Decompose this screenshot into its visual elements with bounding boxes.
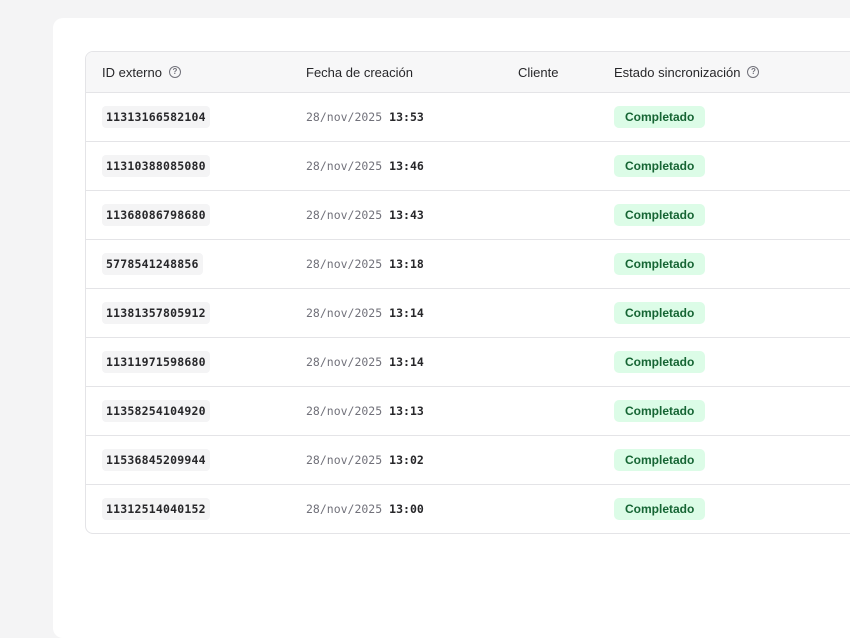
external-id[interactable]: 11381357805912 <box>102 302 210 324</box>
sync-table: ID externo ? Fecha de creación Cliente E… <box>85 51 850 534</box>
table-row[interactable]: 11358254104920 28/nov/2025 13:13 Complet… <box>86 387 850 436</box>
id-cell: 11312514040152 <box>102 485 210 533</box>
status-badge: Completado <box>614 155 706 177</box>
creation-time: 13:53 <box>389 110 424 124</box>
date-cell: 28/nov/2025 13:43 <box>306 191 424 239</box>
id-cell: 11368086798680 <box>102 191 210 239</box>
date-cell: 28/nov/2025 13:00 <box>306 485 424 533</box>
help-icon[interactable]: ? <box>168 66 181 78</box>
id-cell: 11313166582104 <box>102 93 210 141</box>
creation-date: 28/nov/2025 <box>306 355 383 369</box>
creation-time: 13:43 <box>389 208 424 222</box>
column-header-date[interactable]: Fecha de creación <box>306 52 413 92</box>
date-cell: 28/nov/2025 13:18 <box>306 240 424 288</box>
id-cell: 11311971598680 <box>102 338 210 386</box>
table-row[interactable]: 11312514040152 28/nov/2025 13:00 Complet… <box>86 485 850 533</box>
status-badge: Completado <box>614 449 706 471</box>
external-id[interactable]: 11358254104920 <box>102 400 210 422</box>
creation-time: 13:46 <box>389 159 424 173</box>
status-cell: Completado <box>614 387 706 435</box>
date-cell: 28/nov/2025 13:53 <box>306 93 424 141</box>
external-id[interactable]: 11536845209944 <box>102 449 210 471</box>
creation-time: 13:00 <box>389 502 424 516</box>
creation-time: 13:14 <box>389 306 424 320</box>
column-header-client-label: Cliente <box>518 64 559 80</box>
date-cell: 28/nov/2025 13:46 <box>306 142 424 190</box>
status-cell: Completado <box>614 289 706 337</box>
external-id[interactable]: 11312514040152 <box>102 498 210 520</box>
help-icon[interactable]: ? <box>747 66 760 78</box>
status-cell: Completado <box>614 142 706 190</box>
date-cell: 28/nov/2025 13:13 <box>306 387 424 435</box>
status-cell: Completado <box>614 338 706 386</box>
creation-time: 13:18 <box>389 257 424 271</box>
column-header-id[interactable]: ID externo ? <box>102 52 181 92</box>
status-badge: Completado <box>614 400 706 422</box>
column-header-status[interactable]: Estado sincronización ? <box>614 52 760 92</box>
creation-time: 13:02 <box>389 453 424 467</box>
creation-date: 28/nov/2025 <box>306 404 383 418</box>
external-id[interactable]: 5778541248856 <box>102 253 203 275</box>
status-cell: Completado <box>614 485 706 533</box>
external-id[interactable]: 11310388085080 <box>102 155 210 177</box>
creation-date: 28/nov/2025 <box>306 257 383 271</box>
creation-date: 28/nov/2025 <box>306 306 383 320</box>
creation-date: 28/nov/2025 <box>306 208 383 222</box>
status-badge: Completado <box>614 106 706 128</box>
table-row[interactable]: 11311971598680 28/nov/2025 13:14 Complet… <box>86 338 850 387</box>
status-badge: Completado <box>614 253 706 275</box>
date-cell: 28/nov/2025 13:14 <box>306 338 424 386</box>
id-cell: 11310388085080 <box>102 142 210 190</box>
status-cell: Completado <box>614 240 706 288</box>
table-row[interactable]: 5778541248856 28/nov/2025 13:18 Completa… <box>86 240 850 289</box>
column-header-date-label: Fecha de creación <box>306 64 413 80</box>
table-row[interactable]: 11310388085080 28/nov/2025 13:46 Complet… <box>86 142 850 191</box>
table-row[interactable]: 11313166582104 28/nov/2025 13:53 Complet… <box>86 93 850 142</box>
status-badge: Completado <box>614 351 706 373</box>
external-id[interactable]: 11368086798680 <box>102 204 210 226</box>
status-badge: Completado <box>614 498 706 520</box>
status-badge: Completado <box>614 302 706 324</box>
date-cell: 28/nov/2025 13:14 <box>306 289 424 337</box>
id-cell: 11358254104920 <box>102 387 210 435</box>
creation-time: 13:13 <box>389 404 424 418</box>
creation-date: 28/nov/2025 <box>306 453 383 467</box>
id-cell: 11381357805912 <box>102 289 210 337</box>
table-header: ID externo ? Fecha de creación Cliente E… <box>86 52 850 93</box>
creation-date: 28/nov/2025 <box>306 159 383 173</box>
table-row[interactable]: 11381357805912 28/nov/2025 13:14 Complet… <box>86 289 850 338</box>
creation-time: 13:14 <box>389 355 424 369</box>
column-header-client[interactable]: Cliente <box>518 52 558 92</box>
creation-date: 28/nov/2025 <box>306 110 383 124</box>
column-header-id-label: ID externo <box>102 64 162 80</box>
status-badge: Completado <box>614 204 706 226</box>
id-cell: 5778541248856 <box>102 240 203 288</box>
id-cell: 11536845209944 <box>102 436 210 484</box>
external-id[interactable]: 11313166582104 <box>102 106 210 128</box>
external-id[interactable]: 11311971598680 <box>102 351 210 373</box>
status-cell: Completado <box>614 93 706 141</box>
table-row[interactable]: 11536845209944 28/nov/2025 13:02 Complet… <box>86 436 850 485</box>
table-row[interactable]: 11368086798680 28/nov/2025 13:43 Complet… <box>86 191 850 240</box>
status-cell: Completado <box>614 191 706 239</box>
table-body: 11313166582104 28/nov/2025 13:53 Complet… <box>86 93 850 533</box>
date-cell: 28/nov/2025 13:02 <box>306 436 424 484</box>
column-header-status-label: Estado sincronización <box>614 64 741 80</box>
status-cell: Completado <box>614 436 706 484</box>
creation-date: 28/nov/2025 <box>306 502 383 516</box>
